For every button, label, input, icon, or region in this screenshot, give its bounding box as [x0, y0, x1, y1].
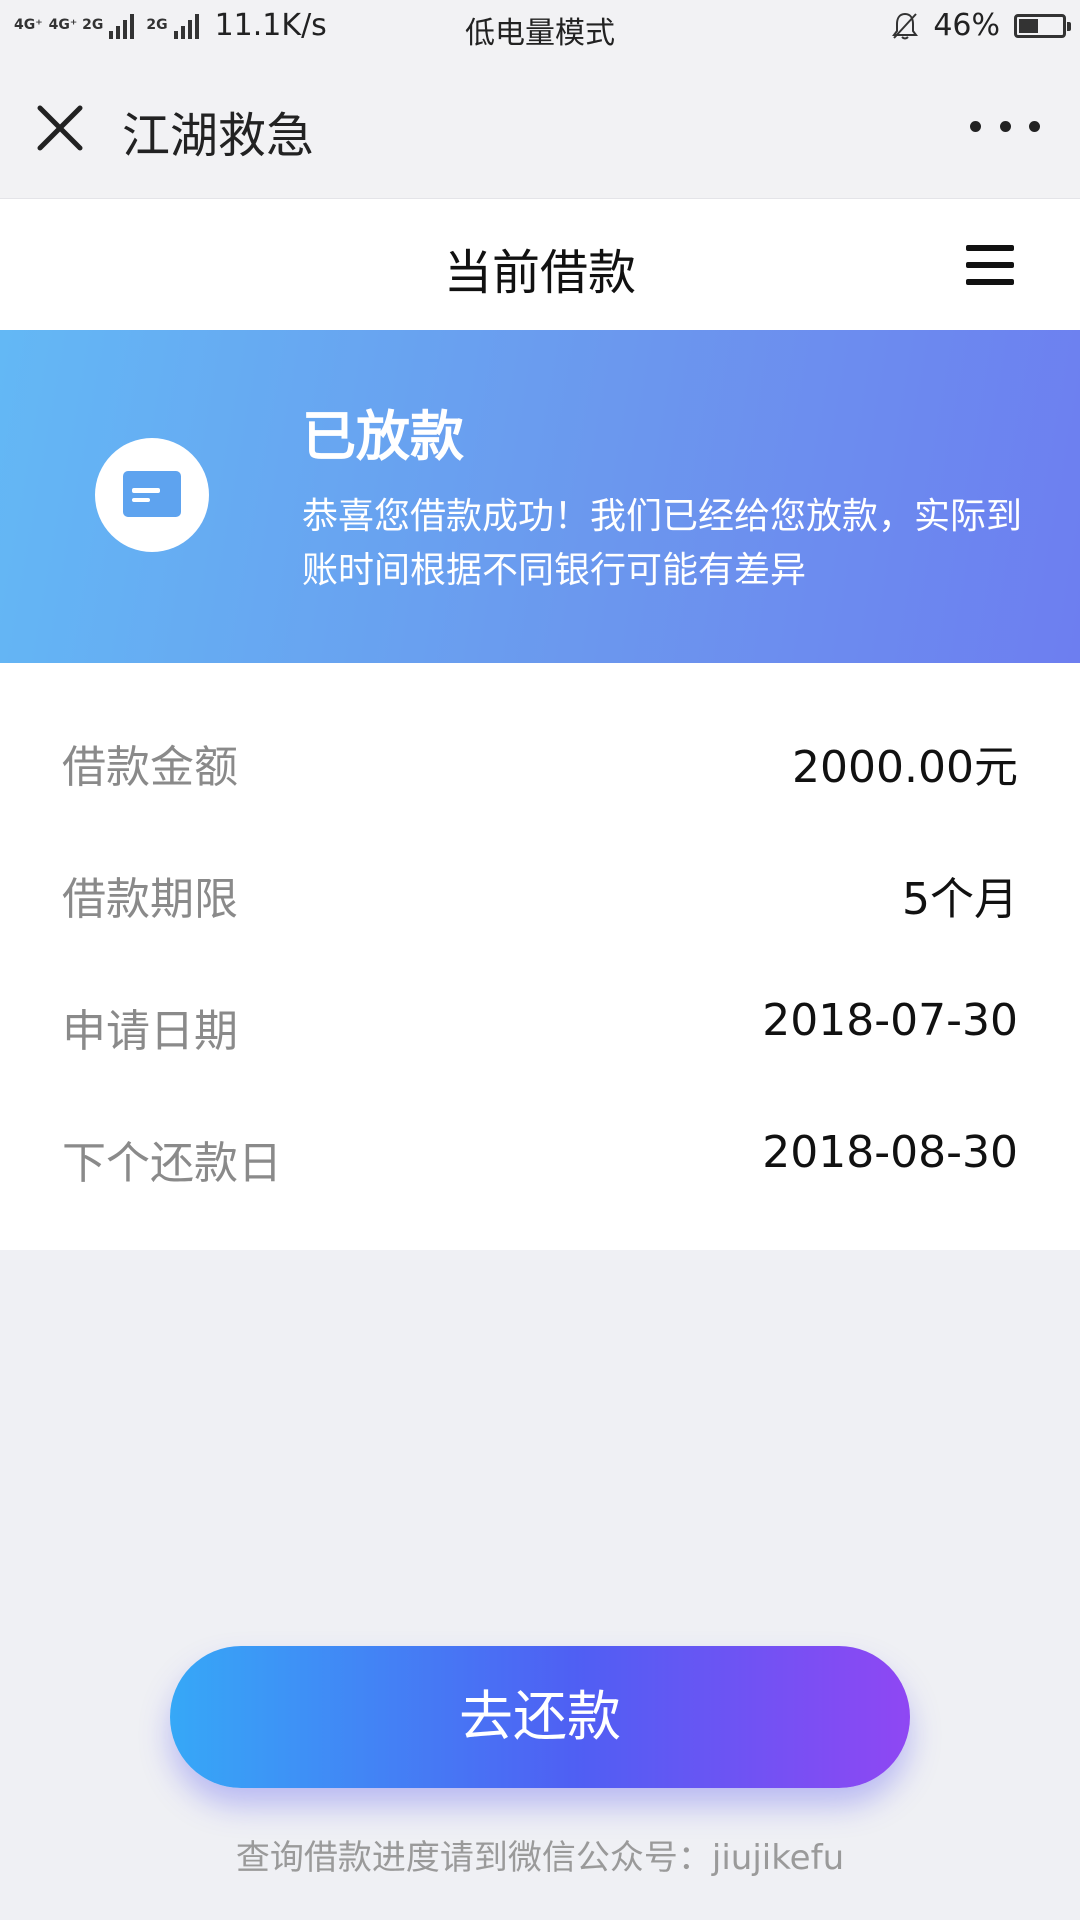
nav-bar: 江湖救急 — [0, 56, 1080, 198]
detail-row-term: 借款期限 5个月 — [62, 863, 1018, 925]
mute-bell-icon — [892, 12, 919, 39]
close-icon[interactable] — [30, 98, 90, 158]
loan-status-banner: 已放款 恭喜您借款成功！我们已经给您放款，实际到账时间根据不同银行可能有差异 — [0, 330, 1080, 663]
loan-details: 借款金额 2000.00元 借款期限 5个月 申请日期 2018-07-30 下… — [0, 663, 1080, 1250]
detail-label: 借款期限 — [62, 874, 238, 925]
status-bar: 4G⁺ 4G⁺ 2G 2G 11.1K/s 低电量模式 46% — [0, 0, 1080, 56]
battery-fill — [1019, 18, 1038, 33]
page-title: 当前借款 — [443, 245, 636, 301]
card-icon — [95, 438, 209, 552]
menu-icon[interactable] — [966, 245, 1014, 285]
detail-row-next-repay-date: 下个还款日 2018-08-30 — [62, 1127, 1018, 1189]
detail-label: 借款金额 — [62, 742, 238, 793]
detail-value: 5个月 — [902, 874, 1018, 925]
footer-note: 查询借款进度请到微信公众号：jiujikefu — [235, 1838, 845, 1878]
page-header: 当前借款 — [0, 198, 1080, 331]
status-title: 已放款 — [302, 405, 464, 468]
status-right: 46% — [891, 8, 1071, 43]
detail-row-amount: 借款金额 2000.00元 — [62, 731, 1018, 793]
status-message: 恭喜您借款成功！我们已经给您放款，实际到账时间根据不同银行可能有差异 — [302, 496, 1023, 591]
detail-value: 2018-08-30 — [762, 1127, 1018, 1178]
nav-title: 江湖救急 — [122, 108, 315, 164]
repay-button[interactable]: 去还款 — [170, 1646, 910, 1788]
detail-label: 下个还款日 — [62, 1138, 282, 1189]
detail-value: 2000.00元 — [792, 742, 1018, 793]
detail-row-apply-date: 申请日期 2018-07-30 — [62, 995, 1018, 1057]
battery-percent: 46% — [933, 8, 1000, 43]
battery-icon — [1014, 13, 1071, 38]
detail-label: 申请日期 — [62, 1006, 238, 1057]
detail-value: 2018-07-30 — [762, 995, 1018, 1046]
more-icon[interactable] — [970, 106, 1040, 146]
